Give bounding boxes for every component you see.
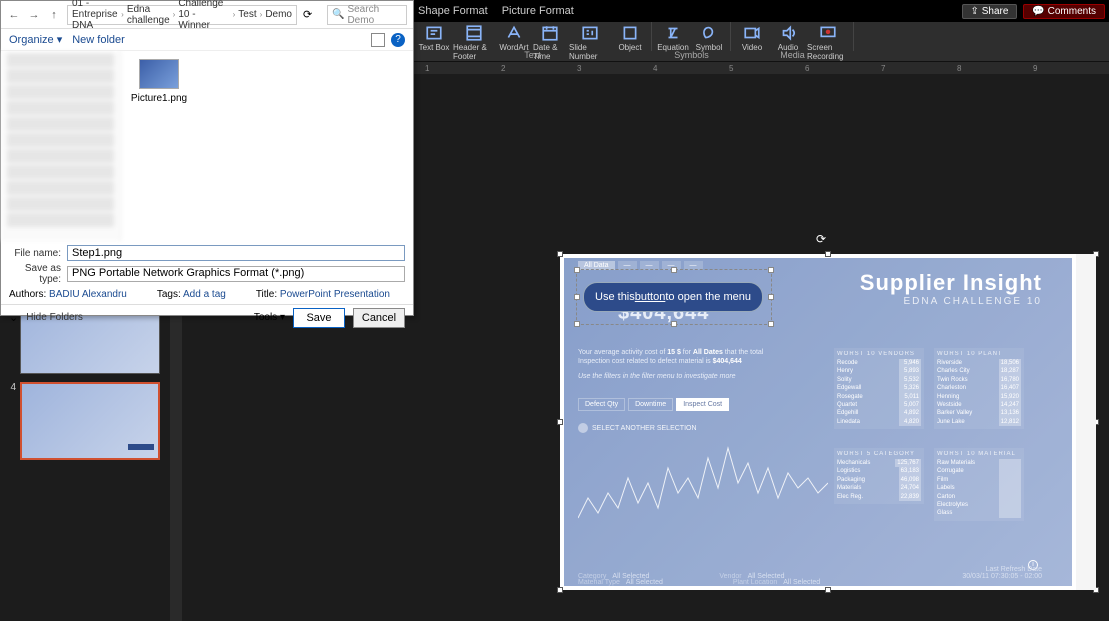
metric-btn: Downtime [628,398,673,411]
metric-btn: Inspect Cost [676,398,729,411]
date-time-button[interactable]: Date & Time [533,24,567,49]
line-chart [578,438,828,538]
up-icon[interactable]: ↑ [47,8,61,22]
help-icon[interactable]: ? [391,33,405,47]
chevron-down-icon[interactable]: ⌄ [9,311,18,324]
tooltip-text: Use this [595,291,635,303]
title-label: Title: [256,289,277,300]
folder-tree[interactable] [1,51,121,241]
tooltip-shape[interactable]: Use this button to open the menu [583,282,763,312]
crumb[interactable]: Edna challenge [127,4,170,26]
footer-date: Last Refresh Date30/03/11 07:30:05 - 02:… [962,566,1042,580]
selector-icon [578,423,588,433]
selection-handle[interactable] [574,267,580,273]
file-thumb-icon [139,59,179,89]
tags-value[interactable]: Add a tag [183,289,226,300]
screen-recording-button[interactable]: Screen Recording [807,24,849,49]
selection-handle[interactable] [671,321,677,327]
selection-handle[interactable] [557,419,563,425]
authors-label: Authors: [9,289,46,300]
powerpoint-window: Shape Format Picture Format ⇪ Share 💬 Co… [0,0,1109,621]
selection-handle[interactable] [671,267,677,273]
selection-handle[interactable] [557,587,563,593]
crumb[interactable]: Test [238,9,256,20]
selection-handle[interactable] [574,294,580,300]
group-symbols-label: Symbols [652,50,731,60]
audio-button[interactable]: Audio [771,24,805,49]
crumb[interactable]: Demo [265,9,292,20]
symbol-button[interactable]: Symbol [692,24,726,49]
organize-menu[interactable]: Organize ▾ [9,33,62,46]
panel-vendors: WORST 10 VENDORS Recode5,946 Henry5,893 … [834,348,924,429]
group-text-label: Text [413,50,652,60]
file-item[interactable]: Picture1.png [129,59,189,104]
panel-material: WORST 10 MATERIAL Raw Materials Corrugat… [934,448,1024,521]
selection-handle[interactable] [574,321,580,327]
comments-button[interactable]: 💬 Comments [1023,4,1105,19]
horizontal-ruler: 123 456 789 [413,62,1109,74]
thumb-number: 4 [6,382,16,460]
dialog-fields: File name: Save as type: PNG Portable Ne… [1,241,413,304]
hide-folders-button[interactable]: Hide Folders [26,312,83,323]
dialog-toolbar: Organize ▾ New folder ? [1,29,413,51]
save-type-label: Save as type: [9,263,61,285]
tab-shape-format[interactable]: Shape Format [418,5,488,17]
equation-button[interactable]: Equation [656,24,690,49]
back-icon[interactable]: ← [7,8,21,22]
selector-row: SELECT ANOTHER SELECTION [578,423,697,433]
dashboard-title: Supplier Insight EDNA CHALLENGE 10 [860,270,1042,307]
dashboard-footer-2: Material TypeAll Selected Plant Location… [578,579,820,586]
tooltip-text: to open the menu [665,291,751,303]
dialog-footer: ⌄ Hide Folders Tools ▾ Save Cancel [1,304,413,330]
group-media-label: Media [731,50,854,60]
object-button[interactable]: Object [613,24,647,49]
dashboard-blurb: Your average activity cost of 15 $ for A… [578,348,778,381]
tools-menu[interactable]: Tools ▾ [254,312,285,323]
metric-btn: Defect Qty [578,398,625,411]
view-options-icon[interactable] [371,33,385,47]
save-type-dropdown[interactable]: PNG Portable Network Graphics Format (*.… [67,266,405,282]
share-button[interactable]: ⇪ Share [962,4,1018,19]
thumbnail-panel: 3 4 [0,290,170,621]
ribbon: Text Box Header & Footer WordArt Date & … [413,22,1109,62]
slide-number-button[interactable]: Slide Number [569,24,611,49]
forward-icon[interactable]: → [27,8,41,22]
selection-handle[interactable] [768,294,774,300]
header-footer-button[interactable]: Header & Footer [453,24,495,49]
tags-label: Tags: [157,289,181,300]
new-folder-button[interactable]: New folder [72,34,125,46]
authors-value[interactable]: BADIU Alexandru [49,289,127,300]
crumb[interactable]: 01 - Entreprise DNA [72,0,118,31]
cancel-button[interactable]: Cancel [353,308,405,328]
save-button[interactable]: Save [293,308,345,328]
crumb[interactable]: Challenge 10 - Winner [178,0,229,31]
breadcrumb[interactable]: 01 - Entreprise DNA› Edna challenge› Cha… [67,5,297,25]
selection-handle[interactable] [557,251,563,257]
dialog-address-bar: ← → ↑ 01 - Entreprise DNA› Edna challeng… [1,1,413,29]
file-label: Picture1.png [129,93,189,104]
file-name-label: File name: [9,248,61,259]
selection-handle[interactable] [768,267,774,273]
panel-plants: WORST 10 PLANT Riverside18,506 Charles C… [934,348,1024,429]
selection-handle[interactable] [825,251,831,257]
tab-picture-format[interactable]: Picture Format [502,5,574,17]
metric-buttons: Defect Qty Downtime Inspect Cost [578,398,729,411]
file-list[interactable]: Picture1.png [121,51,413,241]
selection-handle[interactable] [825,587,831,593]
wordart-button[interactable]: WordArt [497,24,531,49]
video-button[interactable]: Video [735,24,769,49]
file-name-input[interactable] [67,245,405,261]
title-value[interactable]: PowerPoint Presentation [280,289,390,300]
panel-category: WORST 5 CATEGORY Mechanicals125,767 Logi… [834,448,924,504]
search-input[interactable]: 🔍 Search Demo [327,5,407,25]
slide-thumbnail-4[interactable] [20,382,160,460]
selection-handle[interactable] [768,321,774,327]
slide-right-whitespace [1076,254,1096,590]
save-as-dialog: ← → ↑ 01 - Entreprise DNA› Edna challeng… [0,0,414,316]
tooltip-underline: button [635,291,666,303]
refresh-icon[interactable]: ⟳ [303,8,321,21]
rotate-handle-icon[interactable]: ⟳ [816,232,830,246]
text-box-button[interactable]: Text Box [417,24,451,49]
